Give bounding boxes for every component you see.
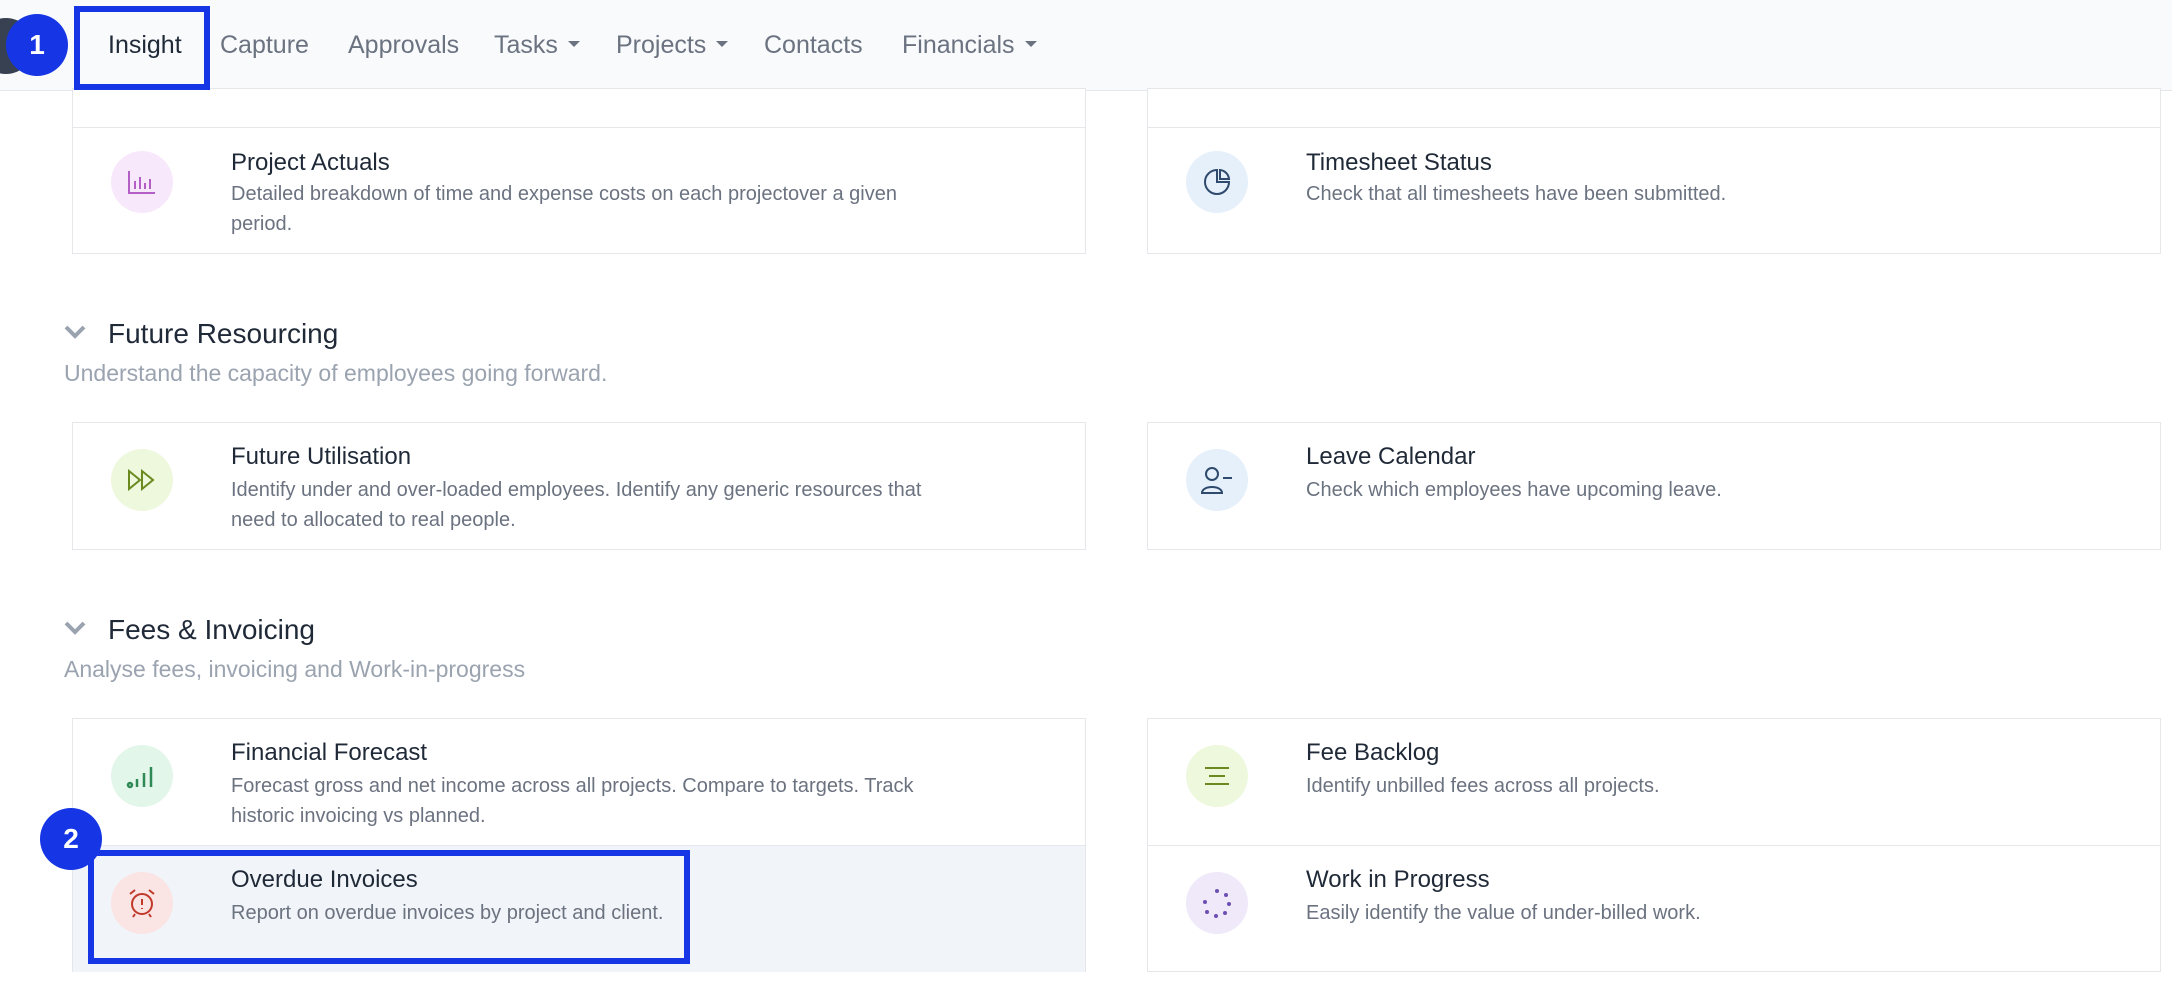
nav-contacts-label: Contacts: [764, 31, 863, 59]
chevron-down-icon: [64, 621, 86, 640]
section-title: Future Resourcing: [108, 318, 339, 349]
step-badge-2: 2: [40, 808, 102, 870]
step-badge-1: 1: [6, 14, 68, 76]
row-description: Identify unbilled fees across all projec…: [1306, 775, 1660, 797]
row-description: Forecast gross and net income across all…: [231, 775, 914, 827]
highlight-box-2: [88, 850, 690, 964]
caret-down-icon: [567, 41, 580, 48]
card-fees-right: Fee Backlog Identify unbilled fees acros…: [1147, 718, 2161, 972]
signal-bars-icon: [111, 745, 173, 807]
card-timesheet-status[interactable]: Timesheet Status Check that all timeshee…: [1147, 88, 2161, 254]
row-title: Timesheet Status: [1306, 149, 1492, 176]
card-divider: [73, 127, 1085, 128]
section-subtitle: Analyse fees, invoicing and Work-in-prog…: [64, 656, 526, 682]
chevron-down-icon: [64, 325, 86, 344]
row-title: Work in Progress: [1306, 866, 1490, 893]
nav-projects[interactable]: Projects: [616, 28, 729, 62]
loader-dots-icon: [1186, 872, 1248, 934]
nav-approvals-label: Approvals: [348, 31, 460, 59]
row-description: Identify under and over-loaded employees…: [231, 479, 922, 531]
nav-tasks[interactable]: Tasks: [494, 28, 580, 62]
row-description: Easily identify the value of under-bille…: [1306, 902, 1701, 924]
pie-chart-icon: [1186, 151, 1248, 213]
section-header-future-resourcing[interactable]: Future Resourcing: [64, 318, 338, 350]
row-description: Detailed breakdown of time and expense c…: [231, 183, 897, 235]
card-row-financial-forecast[interactable]: Financial Forecast Forecast gross and ne…: [73, 719, 1085, 845]
user-minus-icon: [1186, 449, 1248, 511]
row-description: Check that all timesheets have been subm…: [1306, 183, 1727, 205]
fast-forward-icon: [111, 449, 173, 511]
card-leave-calendar[interactable]: Leave Calendar Check which employees hav…: [1147, 422, 2161, 550]
caret-down-icon: [1024, 41, 1037, 48]
row-title: Future Utilisation: [231, 443, 412, 470]
top-navigation: Insight Capture Approvals Tasks Projects…: [0, 0, 2172, 91]
row-title: Fee Backlog: [1306, 739, 1440, 766]
card-divider: [1148, 127, 2160, 128]
nav-capture-label: Capture: [220, 31, 309, 59]
card-row-fee-backlog[interactable]: Fee Backlog Identify unbilled fees acros…: [1148, 719, 2160, 845]
section-subtitle: Understand the capacity of employees goi…: [64, 360, 608, 386]
card-project-actuals[interactable]: Project Actuals Detailed breakdown of ti…: [72, 88, 1086, 254]
nav-contacts[interactable]: Contacts: [764, 28, 863, 62]
nav-financials[interactable]: Financials: [902, 28, 1037, 62]
nav-tasks-label: Tasks: [494, 31, 558, 59]
section-header-fees-invoicing[interactable]: Fees & Invoicing: [64, 614, 315, 646]
card-future-utilisation[interactable]: Future Utilisation Identify under and ov…: [72, 422, 1086, 550]
row-title: Financial Forecast: [231, 739, 428, 766]
section-title: Fees & Invoicing: [108, 614, 315, 645]
card-row-work-in-progress[interactable]: Work in Progress Easily identify the val…: [1148, 846, 2160, 972]
bar-chart-icon: [111, 151, 173, 213]
highlight-box-1: [74, 6, 210, 90]
row-title: Leave Calendar: [1306, 443, 1476, 470]
nav-approvals[interactable]: Approvals: [348, 28, 459, 62]
nav-capture[interactable]: Capture: [220, 28, 309, 62]
nav-financials-label: Financials: [902, 31, 1015, 59]
row-description: Check which employees have upcoming leav…: [1306, 479, 1722, 501]
caret-down-icon: [716, 41, 729, 48]
row-title: Project Actuals: [231, 149, 390, 176]
align-center-icon: [1186, 745, 1248, 807]
nav-projects-label: Projects: [616, 31, 707, 59]
